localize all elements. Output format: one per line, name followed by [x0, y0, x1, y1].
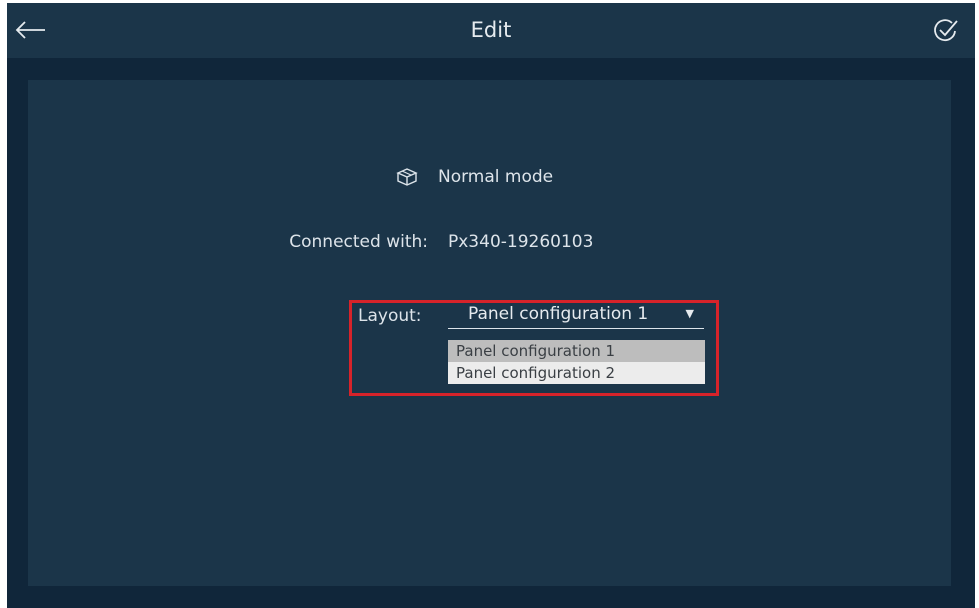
chevron-down-icon: ▼ [685, 307, 694, 320]
connection-label: Connected with: [289, 232, 428, 252]
arrow-left-icon [15, 21, 45, 39]
layout-selected-value: Panel configuration 1 [468, 304, 649, 324]
mode-row: Normal mode [396, 164, 553, 190]
app-screen: Edit Normal mode Connected with: Px340-1… [7, 3, 975, 608]
layout-option-1[interactable]: Panel configuration 1 [448, 340, 705, 362]
settings-panel: Normal mode Connected with: Px340-192601… [28, 80, 951, 586]
check-circle-icon [934, 19, 958, 42]
layout-label: Layout: [358, 306, 422, 326]
header-bar: Edit [7, 3, 975, 58]
confirm-button[interactable] [931, 17, 959, 45]
layout-select[interactable]: Panel configuration 1 ▼ [448, 304, 704, 329]
mode-label: Normal mode [438, 167, 554, 187]
page-title: Edit [470, 18, 512, 42]
back-button[interactable] [13, 15, 49, 45]
layout-option-2[interactable]: Panel configuration 2 [448, 362, 705, 384]
connection-value: Px340-19260103 [448, 232, 594, 252]
layout-dropdown-list: Panel configuration 1 Panel configuratio… [448, 340, 705, 384]
box-icon [396, 168, 418, 186]
